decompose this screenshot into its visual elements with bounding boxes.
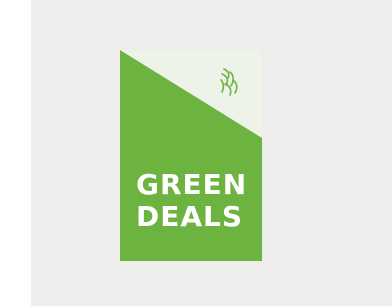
logo-text-green: GREEN	[136, 168, 248, 201]
green-deals-logo: GREEN DEALS	[120, 50, 262, 261]
flemish-lion-icon	[220, 68, 238, 96]
logo-text-deals: DEALS	[136, 200, 244, 233]
